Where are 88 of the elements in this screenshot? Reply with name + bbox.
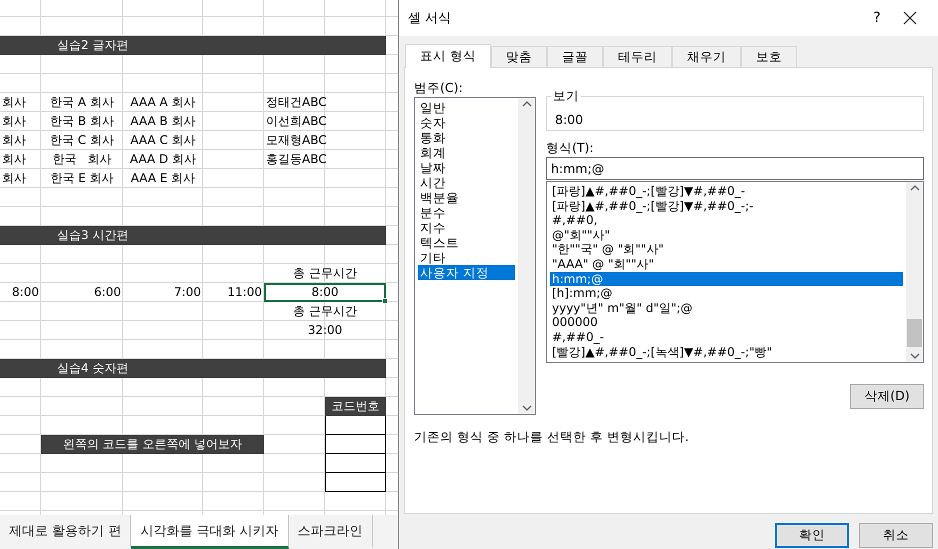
dialog-tab[interactable]: 채우기 [672,46,741,67]
format-item[interactable]: 000000 [550,315,903,330]
category-item[interactable]: 텍스트 [418,235,515,250]
dialog-tab[interactable]: 테두리 [602,46,672,67]
format-item[interactable]: [파랑]▲#,##0_-;[빨강]▼#,##0_-;- [550,198,903,214]
category-item[interactable]: 회계 [418,145,515,160]
category-item[interactable]: 일반 [418,100,515,115]
table-cell-text: 홍길동ABC [265,151,325,168]
preview-value: 8:00 [555,112,584,127]
table-cell[interactable]: 8:00 [264,283,386,302]
scroll-down-icon[interactable] [910,353,920,359]
table-cell-text: 한국 회사 [51,151,113,168]
dialog-tab[interactable]: 보호 [740,46,797,67]
sheet-tab[interactable]: 시각화를 극대화 시키자 [131,515,289,549]
category-item[interactable]: 백분율 [418,190,515,205]
format-item[interactable]: [빨강]▲#,##0_-;[녹색]▼#,##0_-;"빵" [550,344,903,360]
table-cell-text: 회사 [1,94,27,111]
format-item[interactable]: #,##0, [550,213,903,228]
bordered-cell [325,416,386,435]
ok-button[interactable]: 확인 [775,523,849,548]
format-item[interactable]: "AAA" @ "회""사" [550,256,903,272]
dialog-tab[interactable]: 맞춤 [490,46,547,67]
section-banner: 실습4 숫자편 [0,359,386,378]
format-item[interactable]: "한""국" @ "회""사" [550,242,903,257]
section-banner: 실습3 시간편 [0,226,386,245]
category-item[interactable]: 날짜 [418,160,515,175]
fill-handle[interactable] [382,298,388,304]
format-item[interactable]: @"회""사" [550,228,903,242]
format-item[interactable]: h:mm;@ [550,272,903,286]
dialog-title: 셀 서식 [408,10,452,27]
scroll-up-icon[interactable] [910,185,920,191]
table-cell-text: 7:00 [173,284,202,301]
category-label: 범주(C): [414,79,464,97]
table-cell-text: AAA B 회사 [129,113,197,130]
bordered-cell [325,473,386,492]
table-cell-text: 한국 C 회사 [48,132,115,149]
category-item[interactable]: 기타 [418,250,515,265]
table-cell-text: 회사 [1,151,27,168]
table-cell-text: 6:00 [93,284,122,301]
scroll-down-icon[interactable] [522,405,532,411]
dialog-tab[interactable]: 글꼴 [546,46,603,67]
category-item[interactable]: 시간 [418,175,515,190]
table-cell-text: 정태건ABC [265,94,325,111]
category-item[interactable]: 분수 [418,205,515,220]
category-item[interactable]: 사용자 지정 [418,265,515,280]
category-item[interactable]: 통화 [418,130,515,145]
format-input[interactable]: h:mm;@ [546,157,924,180]
close-icon[interactable] [903,11,917,25]
table-cell-text: 총 근무시간 [292,303,358,320]
table-cell-text: 총 근무시간 [292,265,358,282]
note-banner: 왼쪽의 코드를 오른쪽에 넣어보자 [41,435,264,454]
section-banner: 실습2 글자편 [0,36,386,55]
category-item[interactable]: 지수 [418,220,515,235]
table-cell-text: 32:00 [306,322,344,339]
category-item[interactable]: 숫자 [418,115,515,130]
table-header-cell: 코드번호 [325,397,386,416]
table-cell-text: 이선희ABC [265,113,325,130]
format-label: 형식(T): [546,139,595,157]
table-cell-text: 8:00 [11,284,40,301]
scroll-thumb[interactable] [907,319,922,347]
preview-label: 보기 [552,88,580,105]
table-cell-text: AAA C 회사 [129,132,197,149]
sheet-tab[interactable]: 스파크라인 [288,515,373,549]
table-cell-text: 모재형ABC [265,132,325,149]
table-cell-text: 11:00 [226,284,263,301]
cancel-button[interactable]: 취소 [859,523,933,548]
table-cell-text: AAA A 회사 [129,94,197,111]
format-item[interactable]: yyyy"년" m"월" d"일";@ [550,300,903,316]
format-list[interactable]: [파랑]▲#,##0_-;[빨강]▼#,##0_- [파랑]▲#,##0_-;[빨강]▼#,##0_-;- #,##0, @"회""사" "한""국" @ "회""사" "AAA" @ "회""사" h:mm;@ [h]:mm;@ yyyy"년" m"월" d"일";@ 000000 #,##0_- [빨강]▲#,##0_-;[녹색]▼#,##0_-;"빵" [546,181,924,363]
table-cell-text: 회사 [1,113,27,130]
help-button[interactable]: ? [857,10,897,26]
table-cell-text: 한국 A 회사 [49,94,115,111]
table-cell-text: 회사 [1,170,27,187]
table-cell-text: AAA E 회사 [130,170,196,187]
delete-button[interactable]: 삭제(D) [850,384,924,409]
dialog-tab[interactable]: 표시 형식 [405,44,491,68]
table-cell-text: 한국 E 회사 [49,170,115,187]
bordered-cell [325,435,386,454]
format-item[interactable]: #,##0_- [550,330,903,345]
format-item[interactable]: [파랑]▲#,##0_-;[빨강]▼#,##0_- [550,184,903,199]
scroll-up-icon[interactable] [522,101,532,107]
format-item[interactable]: [h]:mm;@ [550,286,903,301]
category-list[interactable]: 일반 숫자 통화 회계 날짜 시간 백분율 분수 지수 텍스트 기타 사용자 지정 [414,97,536,415]
description-text: 기존의 형식 중 하나를 선택한 후 변형시킵니다. [414,429,690,446]
bordered-cell [325,454,386,473]
table-cell-text: AAA D 회사 [128,151,198,168]
table-cell-text: 회사 [1,132,27,149]
table-cell-text: 한국 B 회사 [49,113,115,130]
